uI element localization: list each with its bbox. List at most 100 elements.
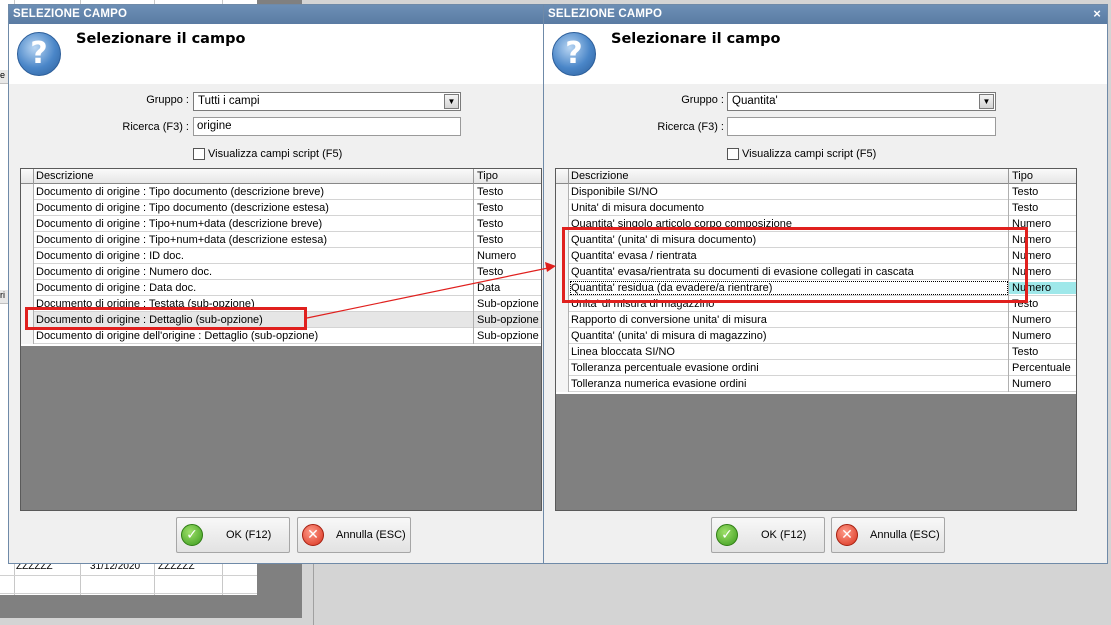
fields-grid: Descrizione Tipo Disponibile SI/NO Testo … [555, 168, 1077, 511]
background-panel [305, 560, 1111, 625]
cell-type: Testo [477, 234, 504, 246]
chevron-down-icon[interactable]: ▼ [444, 94, 459, 109]
dialog-heading: Selezionare il campo [76, 31, 246, 47]
group-select-value: Quantita' [732, 95, 778, 107]
grid-header: Descrizione Tipo [556, 169, 1076, 184]
table-row[interactable]: Tolleranza numerica evasione ordini Numer… [556, 376, 1076, 392]
checkmark-icon: ✓ [716, 524, 738, 546]
cell-type: Testo [1012, 202, 1039, 214]
cell-description: Tolleranza percentuale evasione ordini [571, 362, 759, 374]
question-icon: ? [552, 32, 596, 76]
annotation-box-right [562, 227, 1028, 303]
cell-description: Documento di origine : Tipo documento (d… [36, 186, 324, 198]
cell-type: Numero [477, 250, 517, 262]
bg-side-label: e [0, 70, 8, 84]
ok-button-label: OK (F12) [761, 529, 807, 541]
dialog-header: ? Selezionare il campo [544, 24, 1107, 84]
cell-type: Sub-opzione [477, 314, 539, 326]
table-row[interactable]: Documento di origine : Numero doc. Testo [21, 264, 541, 280]
group-select[interactable]: Quantita' ▼ [727, 92, 996, 111]
dialog-left: SELEZIONE CAMPO ? Selezionare il campo G… [8, 4, 544, 564]
search-input[interactable]: origine [193, 117, 461, 136]
dialog-heading: Selezionare il campo [611, 31, 781, 47]
question-icon: ? [17, 32, 61, 76]
ok-button-label: OK (F12) [226, 529, 272, 541]
cell-description: Disponibile SI/NO [571, 186, 658, 198]
column-header-type[interactable]: Tipo [1012, 170, 1033, 182]
column-header-description[interactable]: Descrizione [571, 170, 628, 182]
cancel-icon: ✕ [836, 524, 858, 546]
cell-description: Unita' di misura documento [571, 202, 704, 214]
group-label: Gruppo : [681, 94, 724, 106]
cancel-button-label: Annulla (ESC) [336, 529, 406, 541]
background-row [0, 576, 257, 594]
cell-description: Documento di origine dell'origine : Dett… [36, 330, 319, 342]
column-header-description[interactable]: Descrizione [36, 170, 93, 182]
table-row[interactable]: Rapporto di conversione unita' di misura… [556, 312, 1076, 328]
search-input[interactable] [727, 117, 996, 136]
fields-grid: Descrizione Tipo Documento di origine : … [20, 168, 542, 511]
close-icon[interactable]: × [1093, 6, 1101, 21]
group-label: Gruppo : [146, 94, 189, 106]
table-row[interactable]: Documento di origine : Tipo+num+data (de… [21, 232, 541, 248]
table-row[interactable]: Documento di origine : Tipo documento (d… [21, 200, 541, 216]
group-select-value: Tutti i campi [198, 95, 260, 107]
checkmark-icon: ✓ [181, 524, 203, 546]
cell-description: Documento di origine : Tipo documento (d… [36, 202, 329, 214]
table-row[interactable]: Tolleranza percentuale evasione ordini Pe… [556, 360, 1076, 376]
cell-description: Rapporto di conversione unita' di misura [571, 314, 767, 326]
cell-type: Testo [1012, 186, 1039, 198]
column-header-type[interactable]: Tipo [477, 170, 498, 182]
bg-side-label: ri [0, 290, 8, 304]
cell-type: Testo [1012, 346, 1039, 358]
cell-description: Documento di origine : Numero doc. [36, 266, 213, 278]
cell-type: Testo [477, 266, 504, 278]
dialog-title: SELEZIONE CAMPO × [544, 5, 1107, 24]
checkbox-box[interactable] [727, 148, 739, 160]
cancel-button[interactable]: ✕ Annulla (ESC) [831, 517, 945, 553]
cell-type: Testo [477, 218, 504, 230]
cancel-button[interactable]: ✕ Annulla (ESC) [297, 517, 411, 553]
dialog-title: SELEZIONE CAMPO [9, 5, 543, 24]
cell-description: Linea bloccata SI/NO [571, 346, 675, 358]
cell-description: Documento di origine : Tipo+num+data (de… [36, 234, 328, 246]
ok-button[interactable]: ✓ OK (F12) [176, 517, 290, 553]
cancel-icon: ✕ [302, 524, 324, 546]
cell-type: Testo [477, 186, 504, 198]
table-row[interactable]: Documento di origine : Tipo+num+data (de… [21, 216, 541, 232]
cell-type: Sub-opzione [477, 298, 539, 310]
table-row[interactable]: Documento di origine : Data doc. Data [21, 280, 541, 296]
chevron-down-icon[interactable]: ▼ [979, 94, 994, 109]
cell-type: Numero [1012, 378, 1052, 390]
cell-description: Quantita' (unita' di misura di magazzino… [571, 330, 767, 342]
cell-type: Numero [1012, 314, 1052, 326]
cancel-button-label: Annulla (ESC) [870, 529, 940, 541]
dialog-title-text: SELEZIONE CAMPO [548, 8, 663, 20]
dialog-header: ? Selezionare il campo [9, 24, 543, 84]
table-row[interactable]: Documento di origine : ID doc. Numero [21, 248, 541, 264]
group-select[interactable]: Tutti i campi ▼ [193, 92, 461, 111]
cell-description: Documento di origine : Data doc. [36, 282, 197, 294]
table-row[interactable]: Disponibile SI/NO Testo [556, 184, 1076, 200]
table-row[interactable]: Documento di origine : Tipo documento (d… [21, 184, 541, 200]
checkbox-label: Visualizza campi script (F5) [208, 148, 343, 160]
table-row[interactable]: Documento di origine dell'origine : Dett… [21, 328, 541, 344]
annotation-box-left [25, 307, 307, 330]
cell-description: Tolleranza numerica evasione ordini [571, 378, 747, 390]
ok-button[interactable]: ✓ OK (F12) [711, 517, 825, 553]
table-row[interactable]: Linea bloccata SI/NO Testo [556, 344, 1076, 360]
table-row[interactable]: Quantita' (unita' di misura di magazzino… [556, 328, 1076, 344]
script-fields-checkbox[interactable]: Visualizza campi script (F5) [193, 148, 342, 160]
cell-type: Numero [1012, 330, 1052, 342]
background-divider [313, 560, 314, 625]
search-label: Ricerca (F3) : [657, 121, 724, 133]
table-row[interactable]: Unita' di misura documento Testo [556, 200, 1076, 216]
cell-description: Documento di origine : Tipo+num+data (de… [36, 218, 323, 230]
script-fields-checkbox[interactable]: Visualizza campi script (F5) [727, 148, 876, 160]
cell-type: Testo [477, 202, 504, 214]
checkbox-label: Visualizza campi script (F5) [742, 148, 877, 160]
checkbox-box[interactable] [193, 148, 205, 160]
cell-type: Data [477, 282, 501, 294]
grid-header: Descrizione Tipo [21, 169, 541, 184]
cell-type: Sub-opzione [477, 330, 539, 342]
